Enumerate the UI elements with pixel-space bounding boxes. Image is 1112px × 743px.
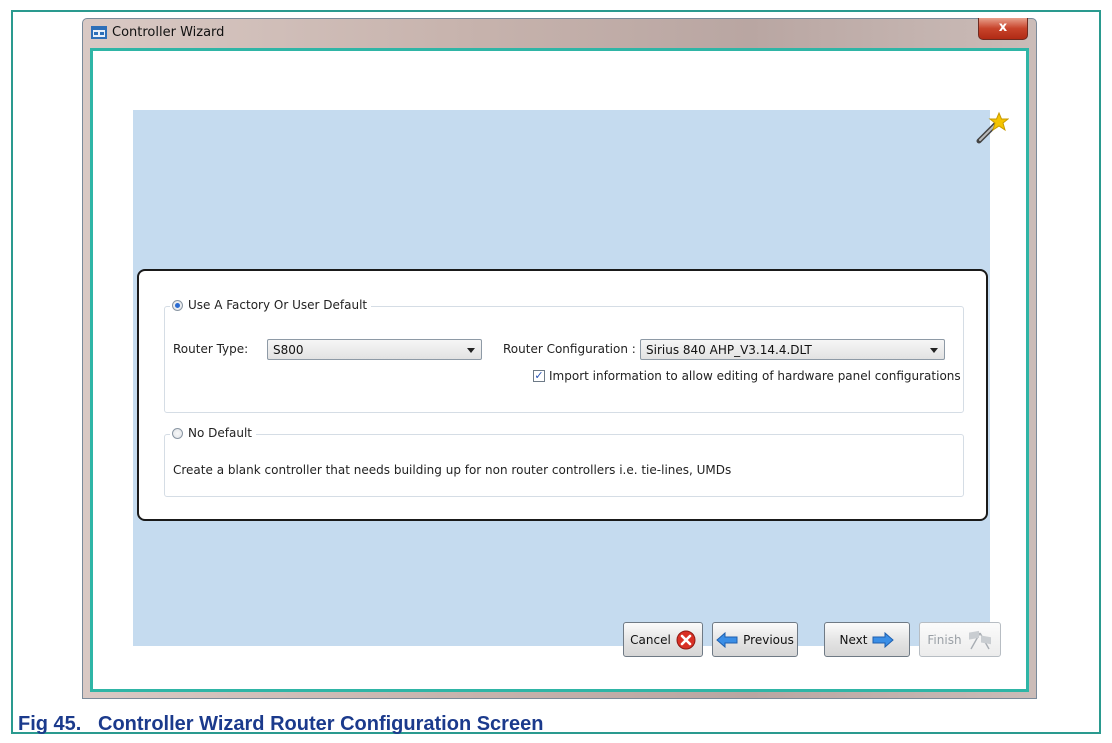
magic-wand-icon xyxy=(976,111,1009,144)
previous-button-label: Previous xyxy=(743,632,794,647)
chevron-down-icon xyxy=(930,348,938,353)
factory-default-group: Use A Factory Or User Default Router Typ… xyxy=(164,298,964,413)
next-button[interactable]: Next xyxy=(824,622,910,657)
cancel-button[interactable]: Cancel xyxy=(623,622,703,657)
cancel-x-icon xyxy=(676,630,696,649)
router-type-select[interactable]: S800 xyxy=(267,339,482,360)
source-options-card: Use A Factory Or User Default Router Typ… xyxy=(137,269,988,521)
import-info-checkbox[interactable]: ✓ xyxy=(533,370,545,382)
router-config-select[interactable]: Sirius 840 AHP_V3.14.4.DLT xyxy=(640,339,945,360)
router-config-value: Sirius 840 AHP_V3.14.4.DLT xyxy=(646,343,812,357)
arrow-left-icon xyxy=(716,631,738,648)
title-bar[interactable]: Controller Wizard x xyxy=(83,18,1036,49)
no-default-group: No Default Create a blank controller tha… xyxy=(164,426,964,497)
wizard-client-area: Use A Factory Or User Default Router Typ… xyxy=(90,48,1029,692)
router-type-value: S800 xyxy=(273,343,304,357)
close-button[interactable]: x xyxy=(978,18,1028,40)
router-config-label: Router Configuration : xyxy=(503,342,636,356)
factory-default-option[interactable]: Use A Factory Or User Default xyxy=(170,298,372,312)
no-default-label: No Default xyxy=(188,426,252,440)
no-default-radio[interactable] xyxy=(172,427,183,439)
arrow-right-icon xyxy=(872,631,895,648)
figure-caption: Fig 45. Controller Wizard Router Configu… xyxy=(18,713,544,735)
no-default-option[interactable]: No Default xyxy=(170,426,256,440)
chevron-down-icon xyxy=(467,348,475,353)
import-info-label: Import information to allow editing of h… xyxy=(549,369,961,383)
finish-button-label: Finish xyxy=(927,632,962,647)
controller-wizard-window: Controller Wizard x Use A Factory Or Use… xyxy=(82,18,1037,699)
finish-button[interactable]: Finish xyxy=(919,622,1001,657)
checkered-flags-icon xyxy=(968,630,991,649)
window-app-icon xyxy=(91,26,107,39)
previous-button[interactable]: Previous xyxy=(712,622,798,657)
factory-default-radio[interactable] xyxy=(172,299,183,311)
factory-default-label: Use A Factory Or User Default xyxy=(188,298,368,312)
router-type-label: Router Type: xyxy=(173,342,249,356)
no-default-description: Create a blank controller that needs bui… xyxy=(173,463,732,477)
cancel-button-label: Cancel xyxy=(630,632,671,647)
next-button-label: Next xyxy=(839,632,868,647)
window-title: Controller Wizard xyxy=(112,25,225,40)
